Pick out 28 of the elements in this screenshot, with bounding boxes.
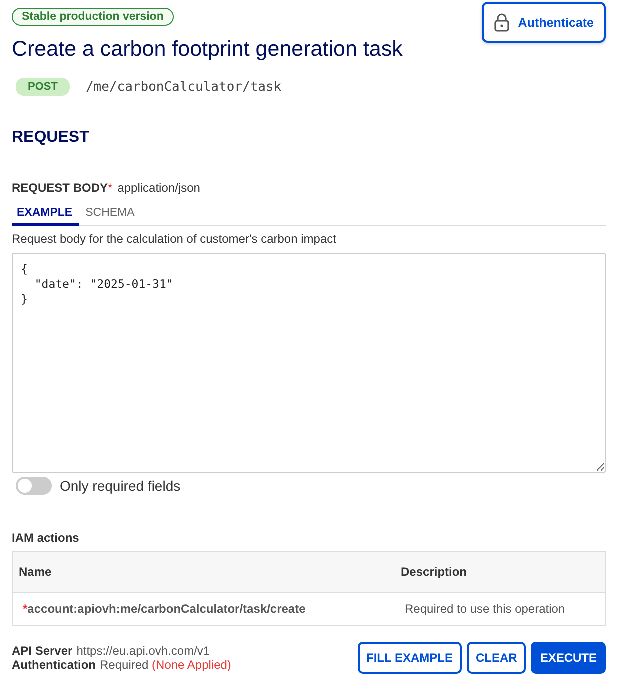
table-cell: Required to use this operation <box>395 592 606 626</box>
tab[interactable]: SCHEMA <box>80 203 141 226</box>
status-badge: Stable production version <box>12 8 174 26</box>
table-title: IAM actions <box>12 531 80 545</box>
action-button[interactable]: EXECUTE <box>531 642 606 674</box>
endpoint-path: /me/carbonCalculator/task <box>86 80 282 94</box>
section-heading: REQUEST <box>12 129 90 147</box>
table-cell: *account:apiovh:me/carbonCalculator/task/create <box>12 592 395 626</box>
description-text: Request body for the calculation of customer's carbon impact <box>12 232 338 246</box>
field-label: Authentication <box>12 658 96 672</box>
content-type: application/json <box>118 181 200 195</box>
method-badge: POST <box>16 78 70 96</box>
auth-status: (None Applied) <box>152 658 232 672</box>
column-header: Description <box>395 552 606 592</box>
field-label: API Server <box>12 644 73 658</box>
action-button[interactable]: FILL EXAMPLE <box>358 642 462 674</box>
tab[interactable]: EXAMPLE <box>12 203 79 226</box>
column-header: Name <box>12 552 395 592</box>
action-button[interactable]: CLEAR <box>466 642 526 674</box>
auth-value: Required <box>100 658 149 672</box>
code-editor[interactable]: { "date": "2025-01-31" } <box>12 253 606 473</box>
authenticate-button[interactable]: Authenticate <box>482 2 606 43</box>
lock-icon <box>494 13 510 32</box>
server-url: https://eu.api.ovh.com/v1 <box>76 644 210 658</box>
toggle-label: Only required fields <box>60 478 181 494</box>
field-label: REQUEST BODY* <box>12 181 113 195</box>
page-title: Create a carbon footprint generation task <box>12 37 404 62</box>
toggle-switch[interactable] <box>16 477 52 495</box>
